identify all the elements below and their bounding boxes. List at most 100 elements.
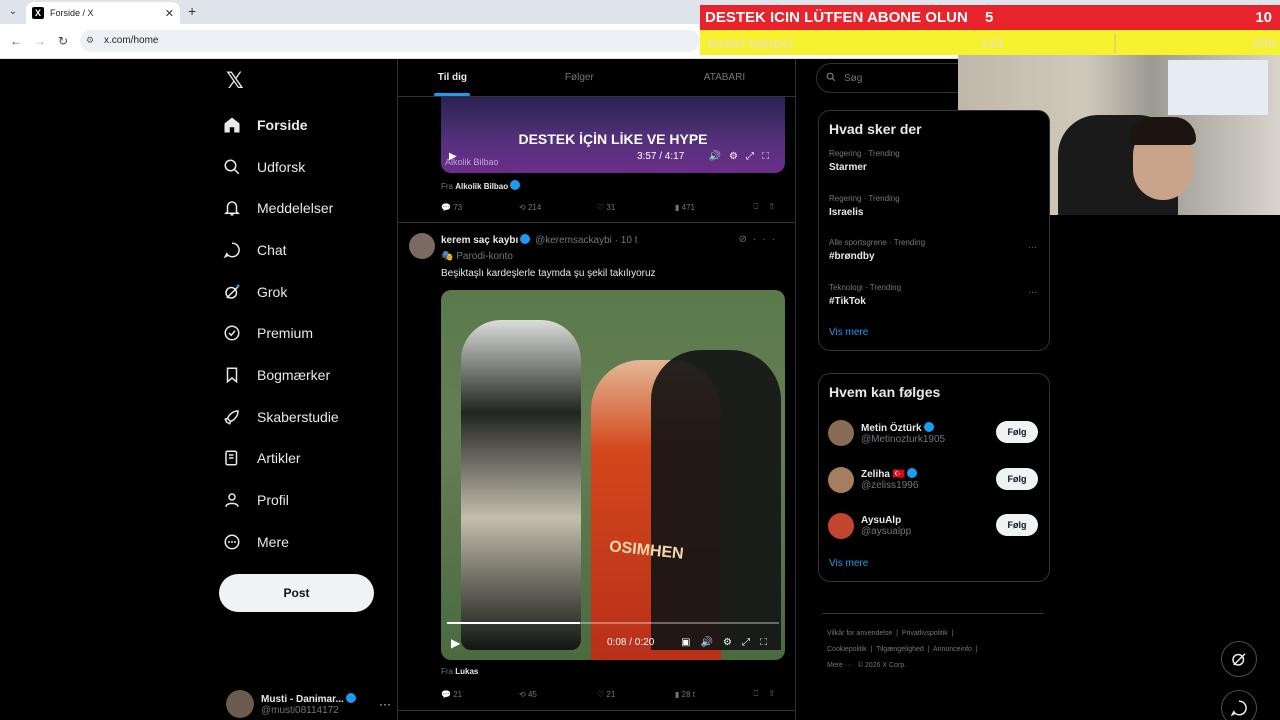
follow-suggestion[interactable]: AysuAlp @aysualpp Følg xyxy=(819,503,1049,550)
video-player-figure xyxy=(461,320,581,650)
follow-button[interactable]: Følg xyxy=(996,514,1038,536)
play-icon[interactable]: ▶ xyxy=(451,636,460,650)
sidebar-item-chat[interactable]: Chat xyxy=(222,229,392,271)
sidebar-item-skaberstudie[interactable]: Skaberstudie xyxy=(222,396,392,438)
trend-category: Regering · Trending xyxy=(829,193,900,203)
views-button[interactable]: ▮ 28 t xyxy=(675,690,753,699)
follow-button[interactable]: Følg xyxy=(996,421,1038,443)
video-source: Fra Lukas xyxy=(441,667,478,676)
chat-fab-button[interactable] xyxy=(1221,690,1257,720)
footer-accessibility-link[interactable]: Tilgængelighed xyxy=(876,646,924,653)
reply-count: 21 xyxy=(453,689,463,699)
play-icon[interactable]: ▶ xyxy=(449,151,457,162)
follower-label: hedef takipçi xyxy=(708,34,794,51)
trend-item[interactable]: Teknologi · Trending #TikTok ··· xyxy=(819,275,1049,320)
tweet-actions-1: 💬 73 ⟲ 214 ♡ 31 ▮ 471 ⎕⇧ xyxy=(441,199,785,215)
tab-til-dig[interactable]: Til dig xyxy=(398,59,507,96)
sidebar-item-bogmaerker[interactable]: Bogmærker xyxy=(222,354,392,396)
close-icon[interactable]: ✕ xyxy=(165,7,174,20)
video-player-1[interactable]: DESTEK İÇİN LİKE VE HYPE Alkolik Bilbao … xyxy=(441,97,785,173)
footer-privacy-link[interactable]: Privatlivspolitik xyxy=(902,630,948,637)
bookmark-share-icons[interactable]: ⎕⇧ xyxy=(753,689,785,699)
footer-more-link[interactable]: Mere ··· xyxy=(827,662,852,669)
repost-button[interactable]: ⟲ 214 xyxy=(519,203,597,212)
site-info-icon[interactable]: ⚙ xyxy=(86,35,94,46)
new-tab-plus-icon[interactable]: + xyxy=(188,3,196,19)
sidebar-item-forside[interactable]: Forside xyxy=(222,104,392,146)
search-placeholder: Søg xyxy=(844,72,863,84)
grok-fab-button[interactable] xyxy=(1221,641,1257,677)
forward-arrow-icon[interactable]: → xyxy=(34,34,46,48)
chat-icon xyxy=(1230,700,1247,717)
tweet-menu-icons[interactable]: ⊘··· xyxy=(739,234,781,245)
post-button[interactable]: Post xyxy=(219,574,374,612)
bookmark-share-icons[interactable]: ⎕⇧ xyxy=(753,202,785,212)
avatar[interactable] xyxy=(409,233,435,259)
verified-badge-icon xyxy=(923,421,934,432)
sidebar-item-meddelelser[interactable]: Meddelelser xyxy=(222,187,392,229)
video-player-2[interactable]: OSIMHEN ▶ 0:08 / 0:20 ▣🔊⚙⤢⛶ xyxy=(441,290,785,660)
follow-button[interactable]: Følg xyxy=(996,467,1038,490)
who-to-follow-panel: Hvem kan følges Metin Öztürk @Metinoztur… xyxy=(818,373,1050,582)
trends-show-more-link[interactable]: Vis mere xyxy=(819,319,1049,350)
video-controls-icons[interactable]: ▣🔊⚙⤢⛶ xyxy=(681,637,777,648)
trend-category: Alle sportsgrene · Trending xyxy=(829,238,926,247)
sidebar-item-artikler[interactable]: Artikler xyxy=(222,438,392,480)
sidebar-item-mere[interactable]: Mere xyxy=(222,521,392,563)
follower-current: 133 xyxy=(980,34,1004,51)
trend-item[interactable]: Alle sportsgrene · Trending #brøndby ··· xyxy=(819,230,1049,275)
verified-badge-icon xyxy=(510,180,521,190)
verified-badge-icon xyxy=(907,468,918,479)
video-progress-bar[interactable] xyxy=(447,622,779,624)
from-name[interactable]: Lukas xyxy=(455,667,478,676)
like-button[interactable]: ♡ 21 xyxy=(597,690,675,699)
repost-button[interactable]: ⟲ 45 xyxy=(519,690,597,699)
follow-name: AysuAlp xyxy=(861,515,902,527)
follow-suggestion[interactable]: Metin Öztürk @Metinozturk1905 Følg xyxy=(819,410,1049,457)
views-button[interactable]: ▮ 471 xyxy=(675,203,753,212)
follow-suggestion[interactable]: Zeliha 🇹🇷 @zeliss1996 Følg xyxy=(819,457,1049,504)
grok-icon xyxy=(222,282,242,302)
more-dots-icon[interactable]: ··· xyxy=(1028,287,1037,297)
sidebar-item-premium[interactable]: Premium xyxy=(222,312,392,354)
follow-show-more-link[interactable]: Vis mere xyxy=(819,550,1049,581)
url-field[interactable]: x.com/home xyxy=(80,30,700,52)
more-dots-icon[interactable]: ··· xyxy=(379,697,391,711)
footer-links: Vilkår for anvendelse | Privatlivspoliti… xyxy=(827,630,978,669)
back-arrow-icon[interactable]: ← xyxy=(10,34,22,48)
footer-cookies-link[interactable]: Cookiepolitik xyxy=(827,646,867,653)
search-input[interactable]: Søg xyxy=(816,63,958,93)
reload-icon[interactable]: ↻ xyxy=(58,34,68,48)
tab-folger[interactable]: Følger xyxy=(507,59,652,96)
like-count: 21 xyxy=(606,689,616,699)
sidebar-item-udforsk[interactable]: Udforsk xyxy=(222,146,392,188)
tab-atabari[interactable]: ATABARI xyxy=(652,59,795,96)
from-name[interactable]: Alkolik Bilbao xyxy=(455,182,508,191)
follower-divider xyxy=(1114,32,1116,53)
follow-info: Zeliha 🇹🇷 @zeliss1996 xyxy=(861,468,919,491)
tab-search-chevron-icon[interactable]: ⌄ xyxy=(4,3,22,21)
views-count: 471 xyxy=(681,202,695,212)
reply-button[interactable]: 💬 73 xyxy=(441,203,519,212)
x-logo-icon[interactable]: 𝕏 xyxy=(226,68,244,94)
tweet-author[interactable]: kerem saç kaybı xyxy=(441,235,518,246)
sidebar-item-grok[interactable]: Grok xyxy=(222,271,392,313)
trend-item[interactable]: Regering · Trending Israelis xyxy=(819,186,1049,231)
goal-current: 5 xyxy=(985,9,994,26)
sidebar-item-profil[interactable]: Profil xyxy=(222,479,392,521)
premium-icon xyxy=(222,323,242,343)
more-dots-icon[interactable]: ··· xyxy=(1028,242,1037,252)
like-button[interactable]: ♡ 31 xyxy=(597,203,675,212)
follow-name-text: Zeliha 🇹🇷 xyxy=(861,469,906,481)
footer-terms-link[interactable]: Vilkår for anvendelse xyxy=(827,630,892,637)
browser-tab-x[interactable]: X Forside / X ✕ xyxy=(26,2,180,24)
account-switcher[interactable]: Musti - Danimar... @musti08114172 ··· xyxy=(226,688,391,720)
trend-item[interactable]: Regering · Trending Starmer xyxy=(819,141,1049,186)
video-controls-icons[interactable]: 🔊⚙⤢⛶ xyxy=(709,151,777,162)
video-progress-fill xyxy=(447,622,580,624)
webcam-hair xyxy=(1130,117,1196,145)
reply-button[interactable]: 💬 21 xyxy=(441,690,519,699)
footer-ads-link[interactable]: Annonceinfo xyxy=(933,646,972,653)
tweet-text: Beşiktaşlı kardeşlerle taymda şu şekil t… xyxy=(441,268,656,279)
account-name: Musti - Danimar... xyxy=(261,692,358,705)
